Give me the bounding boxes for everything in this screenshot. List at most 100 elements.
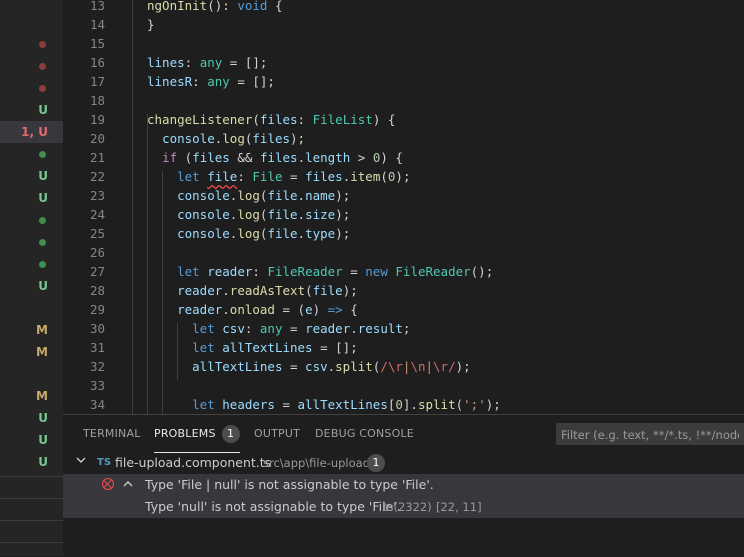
tab-problems[interactable]: PROBLEMS 1 [154,415,240,453]
explorer-item[interactable] [0,143,63,165]
code-line: } [147,17,155,32]
problems-filter[interactable] [556,423,744,445]
divider [0,520,63,521]
code-line: let reader: FileReader = new FileReader(… [177,264,494,279]
line-number: 14 [89,17,105,32]
explorer-item[interactable] [0,231,63,253]
line-number: 16 [89,55,105,70]
code-line: changeListener(files: FileList) { [147,112,396,127]
git-status-label: 1, U [21,125,48,139]
line-number: 17 [89,74,105,89]
line-number: 33 [89,378,105,393]
divider [0,498,63,499]
git-status-label: U [38,103,48,117]
line-number: 13 [89,0,105,13]
explorer-item[interactable] [0,209,63,231]
line-number: 34 [89,397,105,412]
code-line: allTextLines = csv.split(/\r|\n|\r/); [192,359,471,374]
line-number: 24 [89,207,105,222]
explorer-item[interactable]: M [0,341,63,363]
explorer-item[interactable] [0,297,63,319]
problem-code: ts(2322) [383,500,432,514]
divider [0,542,63,543]
explorer-item[interactable]: M [0,319,63,341]
problem-detail: Type 'null' is not assignable to type 'F… [145,499,401,514]
line-number: 18 [89,93,105,108]
line-number: 27 [89,264,105,279]
git-status-label: M [36,323,48,337]
explorer-item[interactable]: 1, U [0,121,63,143]
tab-problems-label: PROBLEMS [154,427,216,440]
divider [0,476,63,477]
typescript-file-icon: TS [97,457,112,468]
chevron-down-icon[interactable] [75,454,87,469]
git-status-label: U [38,455,48,469]
explorer-item[interactable] [0,33,63,55]
git-status-label: U [38,433,48,447]
line-number: 21 [89,150,105,165]
git-status-label: U [38,411,48,425]
git-status-dot-icon [39,151,46,158]
bottom-panel: TERMINAL PROBLEMS 1 OUTPUT DEBUG CONSOLE … [63,414,744,557]
tab-output[interactable]: OUTPUT [254,415,300,453]
explorer-item[interactable] [0,363,63,385]
problem-message: Type 'File | null' is not assignable to … [145,477,434,492]
line-number: 15 [89,36,105,51]
code-line: let headers = allTextLines[0].split(';')… [192,397,501,412]
code-line: ngOnInit(): void { [147,0,283,13]
problems-count-badge: 1 [221,425,240,443]
explorer-item[interactable] [0,55,63,77]
explorer-sidebar: U 1, UUUUMMMUUU [0,0,63,556]
explorer-item[interactable]: U [0,407,63,429]
filter-input[interactable] [557,425,743,445]
git-status-label: U [38,279,48,293]
git-status-label: U [38,191,48,205]
code-line: if (files && files.length > 0) { [162,150,403,165]
line-number: 32 [89,359,105,374]
explorer-item[interactable] [0,77,63,99]
git-status-dot-icon [39,261,46,268]
code-line: console.log(file.size); [177,207,351,222]
line-number: 22 [89,169,105,184]
file-path: src\app\file-upload [263,456,371,470]
line-number: 25 [89,226,105,241]
line-number: 28 [89,283,105,298]
line-number: 29 [89,302,105,317]
explorer-item[interactable]: M [0,385,63,407]
git-status-label: M [36,345,48,359]
explorer-item[interactable] [0,253,63,275]
file-problem-count: 1 [367,454,385,472]
code-line: let allTextLines = []; [192,340,358,355]
explorer-item[interactable]: U [0,275,63,297]
chevron-up-icon[interactable] [122,478,134,493]
git-status-dot-icon [39,217,46,224]
file-name: file-upload.component.ts [115,455,272,470]
explorer-item[interactable]: U [0,451,63,473]
problem-file-row[interactable]: TS file-upload.component.ts src\app\file… [63,452,744,474]
line-number: 31 [89,340,105,355]
line-number: 19 [89,112,105,127]
tab-terminal[interactable]: TERMINAL [83,415,141,453]
explorer-item[interactable]: U [0,165,63,187]
line-number: 23 [89,188,105,203]
problem-item[interactable]: Type 'File | null' is not assignable to … [63,474,744,518]
code-line: console.log(file.type); [177,226,351,241]
code-line: let csv: any = reader.result; [192,321,411,336]
explorer-item[interactable]: U [0,99,63,121]
code-line: console.log(file.name); [177,188,351,203]
error-icon [102,478,114,490]
code-line: linesR: any = []; [147,74,275,89]
indent-guide [132,0,133,414]
explorer-item[interactable]: U [0,429,63,451]
tab-debug-console[interactable]: DEBUG CONSOLE [315,415,414,453]
git-status-dot-icon [39,63,46,70]
code-line: reader.readAsText(file); [177,283,358,298]
code-line: lines: any = []; [147,55,268,70]
git-status-label: M [36,389,48,403]
explorer-item[interactable]: U [0,187,63,209]
code-line: reader.onload = (e) => { [177,302,358,317]
line-number: 20 [89,131,105,146]
line-number: 26 [89,245,105,260]
code-line: console.log(files); [162,131,306,146]
line-number: 30 [89,321,105,336]
